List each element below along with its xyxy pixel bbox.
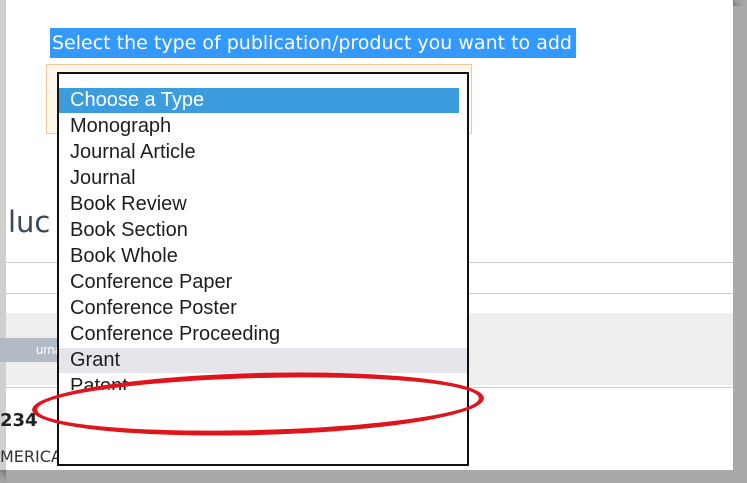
option-choose-a-type[interactable]: Choose a Type bbox=[59, 88, 459, 113]
option-monograph[interactable]: Monograph bbox=[59, 114, 467, 139]
window-shadow bbox=[6, 470, 747, 483]
option-conference-proceeding[interactable]: Conference Proceeding bbox=[59, 322, 467, 347]
option-journal[interactable]: Journal bbox=[59, 166, 467, 191]
option-book-section[interactable]: Book Section bbox=[59, 218, 467, 243]
select-type-prompt: Select the type of publication/product y… bbox=[50, 28, 576, 58]
option-conference-paper[interactable]: Conference Paper bbox=[59, 270, 467, 295]
browser-page: Select the type of publication/product y… bbox=[0, 0, 734, 471]
option-patent[interactable]: Patent bbox=[59, 374, 467, 390]
background-heading-fragment: luc bbox=[8, 205, 51, 239]
option-grant[interactable]: Grant bbox=[59, 348, 467, 373]
page-left-edge bbox=[0, 0, 6, 470]
option-conference-poster[interactable]: Conference Poster bbox=[59, 296, 467, 321]
option-journal-article[interactable]: Journal Article bbox=[59, 140, 467, 165]
option-book-whole[interactable]: Book Whole bbox=[59, 244, 467, 269]
publication-type-dropdown-list[interactable]: Choose a Type Monograph Journal Article … bbox=[57, 72, 469, 466]
option-book-review[interactable]: Book Review bbox=[59, 192, 467, 217]
record-number-fragment: 234 bbox=[0, 410, 38, 431]
window-shadow bbox=[733, 6, 747, 483]
